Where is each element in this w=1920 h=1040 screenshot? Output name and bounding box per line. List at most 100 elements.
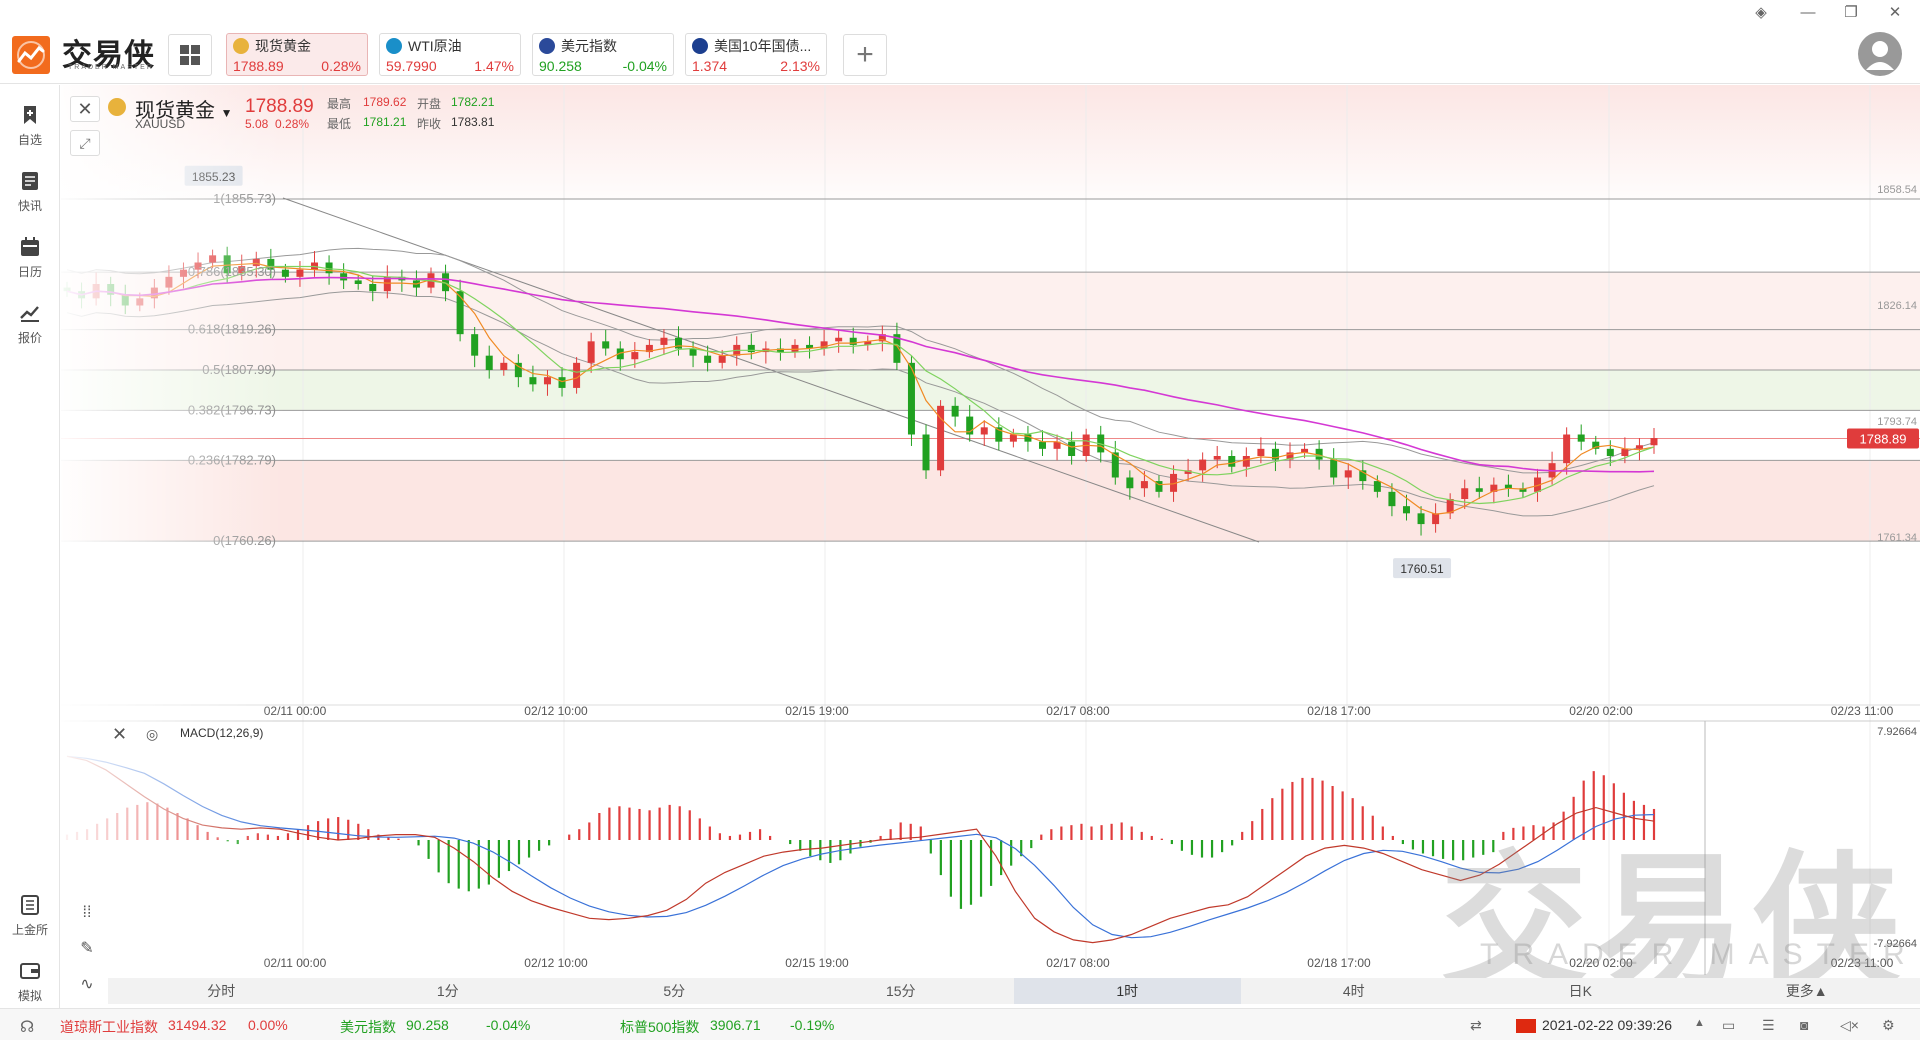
candle-body — [121, 294, 129, 306]
quote-card-dxy[interactable]: 美元指数 90.258 -0.04% — [532, 33, 674, 76]
candle-body — [1242, 456, 1250, 467]
candle-body — [179, 269, 187, 277]
y-tick-label: 1793.74 — [1877, 416, 1917, 428]
quote-price: 59.7990 — [386, 58, 437, 74]
x-tick-label: 02/23 11:00 — [1831, 704, 1894, 718]
x-tick-label: 02/12 10:00 — [524, 956, 588, 970]
translate-icon[interactable]: ⇄ — [1470, 1017, 1482, 1034]
news-icon — [22, 172, 38, 190]
calendar-icon — [21, 237, 39, 256]
minimize-icon[interactable]: — — [1795, 2, 1821, 24]
sidebar-item-label: 快讯 — [17, 199, 42, 213]
close-chart-button[interactable]: ✕ — [70, 96, 100, 122]
high-label: 最高 — [327, 97, 352, 111]
datetime: 2021-02-22 09:39:26 — [1542, 1017, 1672, 1033]
quote-price: 1.374 — [692, 58, 728, 74]
sidebar-item-news[interactable]: 快讯 — [0, 161, 60, 213]
sidebar-item-calendar[interactable]: 日历 — [0, 227, 60, 279]
candle-body — [500, 362, 508, 370]
fib-band — [61, 272, 1920, 371]
prev-close-value: 1783.81 — [451, 115, 495, 129]
macd-axis-top: 7.92664 — [1877, 726, 1917, 738]
add-quote-button[interactable]: + — [843, 34, 887, 76]
candle-body — [1635, 445, 1643, 449]
watermark-sub: TRADER MASTER — [1480, 938, 1919, 971]
close-indicator-icon[interactable]: ✕ — [112, 724, 127, 745]
candle-body — [209, 255, 217, 263]
candle-body — [1038, 441, 1046, 449]
layout-grid-button[interactable] — [168, 34, 212, 76]
period-tab[interactable]: 5分 — [561, 978, 788, 1004]
footer-index-name[interactable]: 道琼斯工业指数 — [60, 1017, 158, 1037]
sidebar-item-watchlist[interactable]: 自选 — [0, 95, 60, 147]
close-window-icon[interactable]: ✕ — [1882, 2, 1908, 24]
bookmark-icon — [24, 106, 36, 124]
expand-icon[interactable]: ⤢ — [70, 130, 100, 156]
quote-price: 1788.89 — [233, 58, 284, 74]
indicator-settings-icon[interactable]: ◎ — [146, 726, 158, 743]
sidebar-item-simulate[interactable]: 模拟 — [0, 951, 60, 1003]
open-value: 1782.21 — [451, 95, 495, 109]
pencil-icon[interactable]: ✎ — [72, 936, 102, 962]
sidebar-item-sge[interactable]: 上金所 — [0, 885, 60, 937]
candle-body — [1228, 456, 1236, 467]
footer-index-name[interactable]: 标普500指数 — [620, 1017, 699, 1037]
footer-index-value: 90.258 — [406, 1017, 449, 1033]
candle-body — [791, 344, 799, 353]
restore-icon[interactable]: ❐ — [1838, 2, 1864, 24]
wallet-icon — [20, 963, 40, 979]
gear-icon[interactable]: ⚙ — [1882, 1017, 1895, 1034]
sidebar-item-label: 上金所 — [11, 923, 48, 937]
sidebar-item-label: 模拟 — [17, 989, 42, 1003]
footer-index-name[interactable]: 美元指数 — [340, 1017, 396, 1037]
y-tick-label: 1761.34 — [1877, 532, 1917, 544]
candle-body — [485, 355, 493, 370]
fib-label: 0.382(1796.73) — [188, 402, 276, 417]
y-tick-label: 1826.14 — [1877, 300, 1917, 312]
list-icon[interactable]: ☰ — [1762, 1017, 1775, 1034]
period-more[interactable]: 更多▲ — [1694, 978, 1920, 1004]
top-bar: ◈ — ❐ ✕ 交易侠 TRADER MASTER 现货黄金 1788.89 0.… — [0, 0, 1920, 84]
quote-card-us10y[interactable]: 美国10年国债... 1.374 2.13% — [685, 33, 827, 76]
footer-index-value: 3906.71 — [710, 1017, 761, 1033]
period-tab[interactable]: 4时 — [1241, 978, 1468, 1004]
x-tick-label: 02/20 02:00 — [1569, 704, 1633, 718]
layout-icon[interactable]: ▭ — [1722, 1017, 1735, 1034]
sidebar-item-quotes[interactable]: 报价 — [0, 293, 60, 345]
candle-body — [1402, 506, 1410, 514]
caret-up-icon[interactable]: ▲ — [1694, 1017, 1705, 1029]
period-tab[interactable]: 15分 — [788, 978, 1015, 1004]
y-tick-label: 1858.54 — [1877, 184, 1917, 196]
settings-icon[interactable]: ◈ — [1748, 2, 1774, 24]
quote-price: 90.258 — [539, 58, 582, 74]
period-tab[interactable]: 1分 — [335, 978, 562, 1004]
mute-icon[interactable]: ◁× — [1840, 1017, 1859, 1034]
wave-icon[interactable]: ∿ — [72, 972, 102, 998]
fib-label: 0(1760.26) — [213, 533, 276, 548]
symbol-price: 1788.89 — [245, 96, 314, 117]
period-tab[interactable]: 日K — [1467, 978, 1694, 1004]
quote-name: 美元指数 — [561, 38, 617, 54]
period-tab[interactable]: 分时 — [108, 978, 335, 1004]
candle-body — [1140, 481, 1148, 489]
footer-index-change: 0.00% — [248, 1017, 288, 1033]
camera-icon[interactable]: ◙ — [1800, 1017, 1808, 1033]
fib-label: 0.236(1782.79) — [188, 452, 276, 467]
headset-icon[interactable]: ☊ — [20, 1017, 34, 1037]
candle-body — [1432, 513, 1440, 525]
quote-card-gold[interactable]: 现货黄金 1788.89 0.28% — [226, 33, 368, 76]
candle-body — [340, 273, 348, 281]
quote-card-wti[interactable]: WTI原油 59.7990 1.47% — [379, 33, 521, 76]
avatar[interactable] — [1858, 32, 1902, 76]
fib-label: 1(1855.73) — [213, 191, 276, 206]
oil-barrel-icon — [386, 38, 402, 54]
candle-body — [63, 287, 71, 292]
candle-body — [1213, 456, 1221, 460]
candle-body — [1373, 481, 1381, 492]
candle-body — [849, 337, 857, 345]
indicator-tool-icon[interactable]: ⁞⁞ — [72, 900, 102, 926]
candle-body — [165, 276, 173, 288]
period-tab-active[interactable]: 1时 — [1014, 978, 1241, 1004]
quote-chart-icon — [20, 306, 39, 322]
x-tick-label: 02/15 19:00 — [785, 704, 849, 718]
